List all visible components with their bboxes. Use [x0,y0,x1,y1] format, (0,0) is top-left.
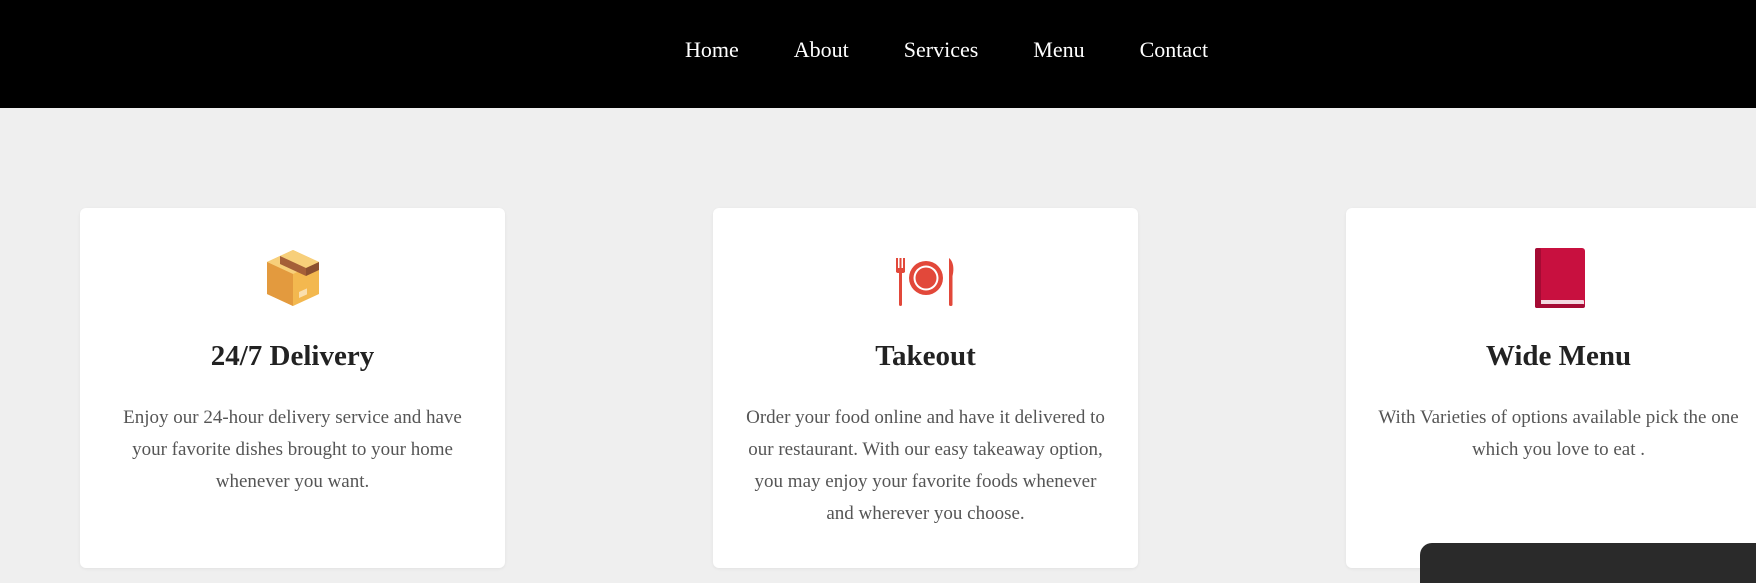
fork-plate-knife-icon [895,246,956,310]
nav-menu: Home About Services Menu Contact [685,36,1263,64]
nav-item-contact[interactable]: Contact [1140,36,1208,64]
card-description: Order your food online and have it deliv… [746,407,1105,524]
nav-item-services[interactable]: Services [904,36,979,64]
service-card-delivery: 24/7 Delivery Enjoy our 24-hour delivery… [80,208,505,568]
package-box-icon [263,246,323,310]
card-description: Enjoy our 24-hour delivery service and h… [123,407,462,492]
card-title: Wide Menu [1485,340,1632,372]
card-title: 24/7 Delivery [210,340,375,372]
service-card-takeout: Takeout Order your food online and have … [713,208,1138,568]
service-card-wide-menu: Wide Menu With Varieties of options avai… [1346,208,1756,568]
top-navigation-bar: Home About Services Menu Contact [0,0,1756,108]
chat-widget-tab[interactable] [1420,543,1756,583]
card-description: With Varieties of options available pick… [1378,407,1739,460]
card-title: Takeout [875,340,976,372]
nav-item-menu[interactable]: Menu [1033,36,1084,64]
nav-item-about[interactable]: About [794,36,849,64]
red-book-icon [1529,246,1589,310]
nav-item-home[interactable]: Home [685,36,739,64]
